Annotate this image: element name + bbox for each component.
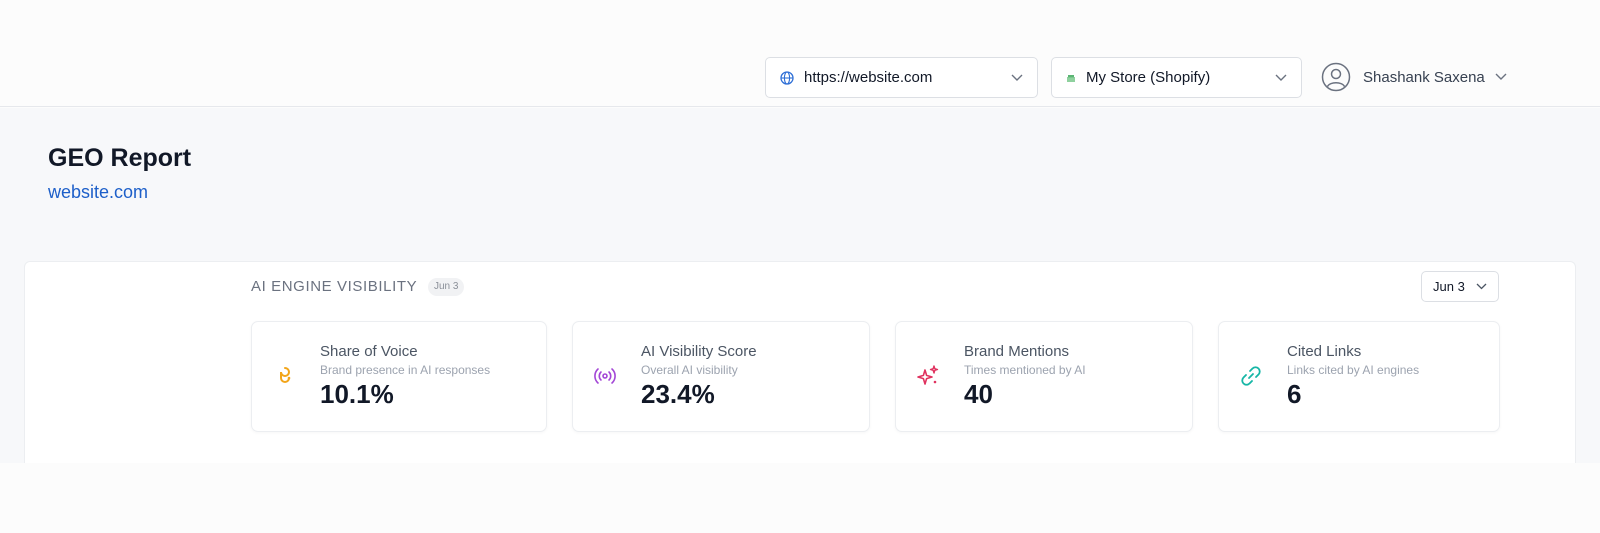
store-select[interactable]: My Store (Shopify) — [1051, 57, 1302, 98]
ai-engine-visibility-panel: AI ENGINE VISIBILITY Jun 3 Jun 3 Share o… — [24, 261, 1576, 471]
brand-mentions-card[interactable]: Brand Mentions Times mentioned by AI 40 — [895, 321, 1193, 432]
cited-links-card[interactable]: Cited Links Links cited by AI engines 6 — [1218, 321, 1500, 432]
chevron-down-icon — [1011, 74, 1023, 82]
user-menu[interactable]: Shashank Saxena — [1321, 60, 1507, 94]
card-value: 40 — [964, 379, 993, 409]
broadcast-icon — [593, 364, 617, 388]
card-title: Brand Mentions — [964, 343, 1070, 360]
date-filter-value: Jun 3 — [1433, 279, 1465, 294]
globe-icon — [780, 70, 794, 85]
page-footer-area — [0, 463, 1600, 533]
card-value: 23.4% — [641, 379, 715, 409]
card-title: Share of Voice — [320, 343, 418, 360]
section-title: AI ENGINE VISIBILITY — [251, 278, 418, 295]
top-bar: https://website.com My Store (Shopify) S… — [0, 0, 1600, 107]
store-icon — [1066, 73, 1076, 83]
card-subtitle: Brand presence in AI responses — [320, 363, 491, 377]
date-badge: Jun 3 — [428, 278, 465, 296]
card-subtitle: Overall AI visibility — [641, 363, 738, 377]
chevron-down-icon — [1476, 283, 1487, 290]
store-select-value: My Store (Shopify) — [1086, 69, 1211, 86]
website-url-select[interactable]: https://website.com — [765, 57, 1038, 98]
card-subtitle: Times mentioned by AI — [964, 363, 1086, 377]
card-value: 10.1% — [320, 379, 394, 409]
card-subtitle: Links cited by AI engines — [1287, 363, 1420, 377]
sparkles-icon — [916, 364, 940, 388]
user-name: Shashank Saxena — [1363, 68, 1485, 86]
main-content: GEO Report website.com AI ENGINE VISIBIL… — [0, 108, 1600, 471]
hook-icon — [272, 364, 296, 388]
card-value: 6 — [1287, 379, 1302, 409]
page-title: GEO Report — [48, 144, 192, 172]
website-link[interactable]: website.com — [48, 182, 148, 203]
chevron-down-icon — [1495, 73, 1507, 81]
share-of-voice-card[interactable]: Share of Voice Brand presence in AI resp… — [251, 321, 547, 432]
website-url-value: https://website.com — [804, 69, 933, 86]
card-title: AI Visibility Score — [641, 343, 757, 360]
link-icon — [1239, 364, 1263, 388]
ai-visibility-score-card[interactable]: AI Visibility Score Overall AI visibilit… — [572, 321, 870, 432]
date-filter-dropdown[interactable]: Jun 3 — [1421, 271, 1499, 302]
user-avatar-icon — [1321, 62, 1351, 92]
chevron-down-icon — [1275, 74, 1287, 82]
card-title: Cited Links — [1287, 343, 1362, 360]
